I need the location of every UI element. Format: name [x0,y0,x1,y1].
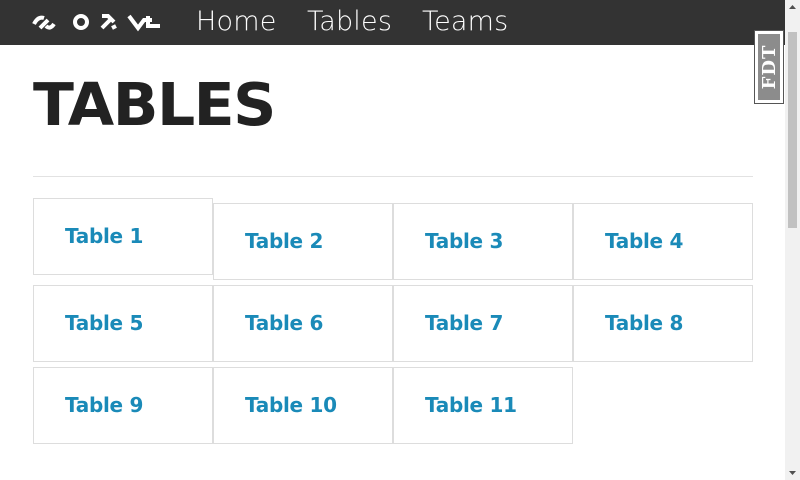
table-tile-5[interactable]: Table 5 [33,285,213,362]
page-title: TABLES [33,70,276,140]
table-tile-8[interactable]: Table 8 [573,285,753,362]
fdt-badge-background: FDT [758,34,780,100]
brand-logo-icon[interactable] [32,12,167,32]
table-tile-11[interactable]: Table 11 [393,367,573,444]
title-divider [33,176,753,177]
table-tile-label: Table 7 [425,311,504,335]
nav-link-home[interactable]: Home [196,5,277,39]
table-tile-label: Table 2 [245,229,324,253]
table-tile-label: Table 4 [605,229,684,253]
top-navbar: Home Tables Teams [0,0,785,45]
table-tile-3[interactable]: Table 3 [393,203,573,280]
scrollbar-thumb[interactable] [788,32,797,228]
table-tile-label: Table 11 [425,393,517,417]
fdt-badge-text: FDT [759,44,780,90]
table-tile-2[interactable]: Table 2 [213,203,393,280]
vertical-scrollbar[interactable] [785,0,800,480]
nav-link-teams[interactable]: Teams [422,5,508,39]
nav-link-tables[interactable]: Tables [307,5,392,39]
table-tile-10[interactable]: Table 10 [213,367,393,444]
table-tile-1[interactable]: Table 1 [33,198,213,275]
table-tile-label: Table 5 [65,311,144,335]
table-tile-label: Table 6 [245,311,324,335]
fdt-badge[interactable]: FDT [754,30,784,104]
table-tile-label: Table 10 [245,393,337,417]
table-tile-4[interactable]: Table 4 [573,203,753,280]
table-tile-label: Table 9 [65,393,144,417]
table-tile-6[interactable]: Table 6 [213,285,393,362]
table-tile-7[interactable]: Table 7 [393,285,573,362]
table-tile-label: Table 1 [65,224,144,248]
scroll-down-arrow-icon[interactable] [785,465,800,480]
table-tile-9[interactable]: Table 9 [33,367,213,444]
table-tile-label: Table 3 [425,229,504,253]
scroll-up-arrow-icon[interactable] [785,0,800,15]
table-tile-label: Table 8 [605,311,684,335]
